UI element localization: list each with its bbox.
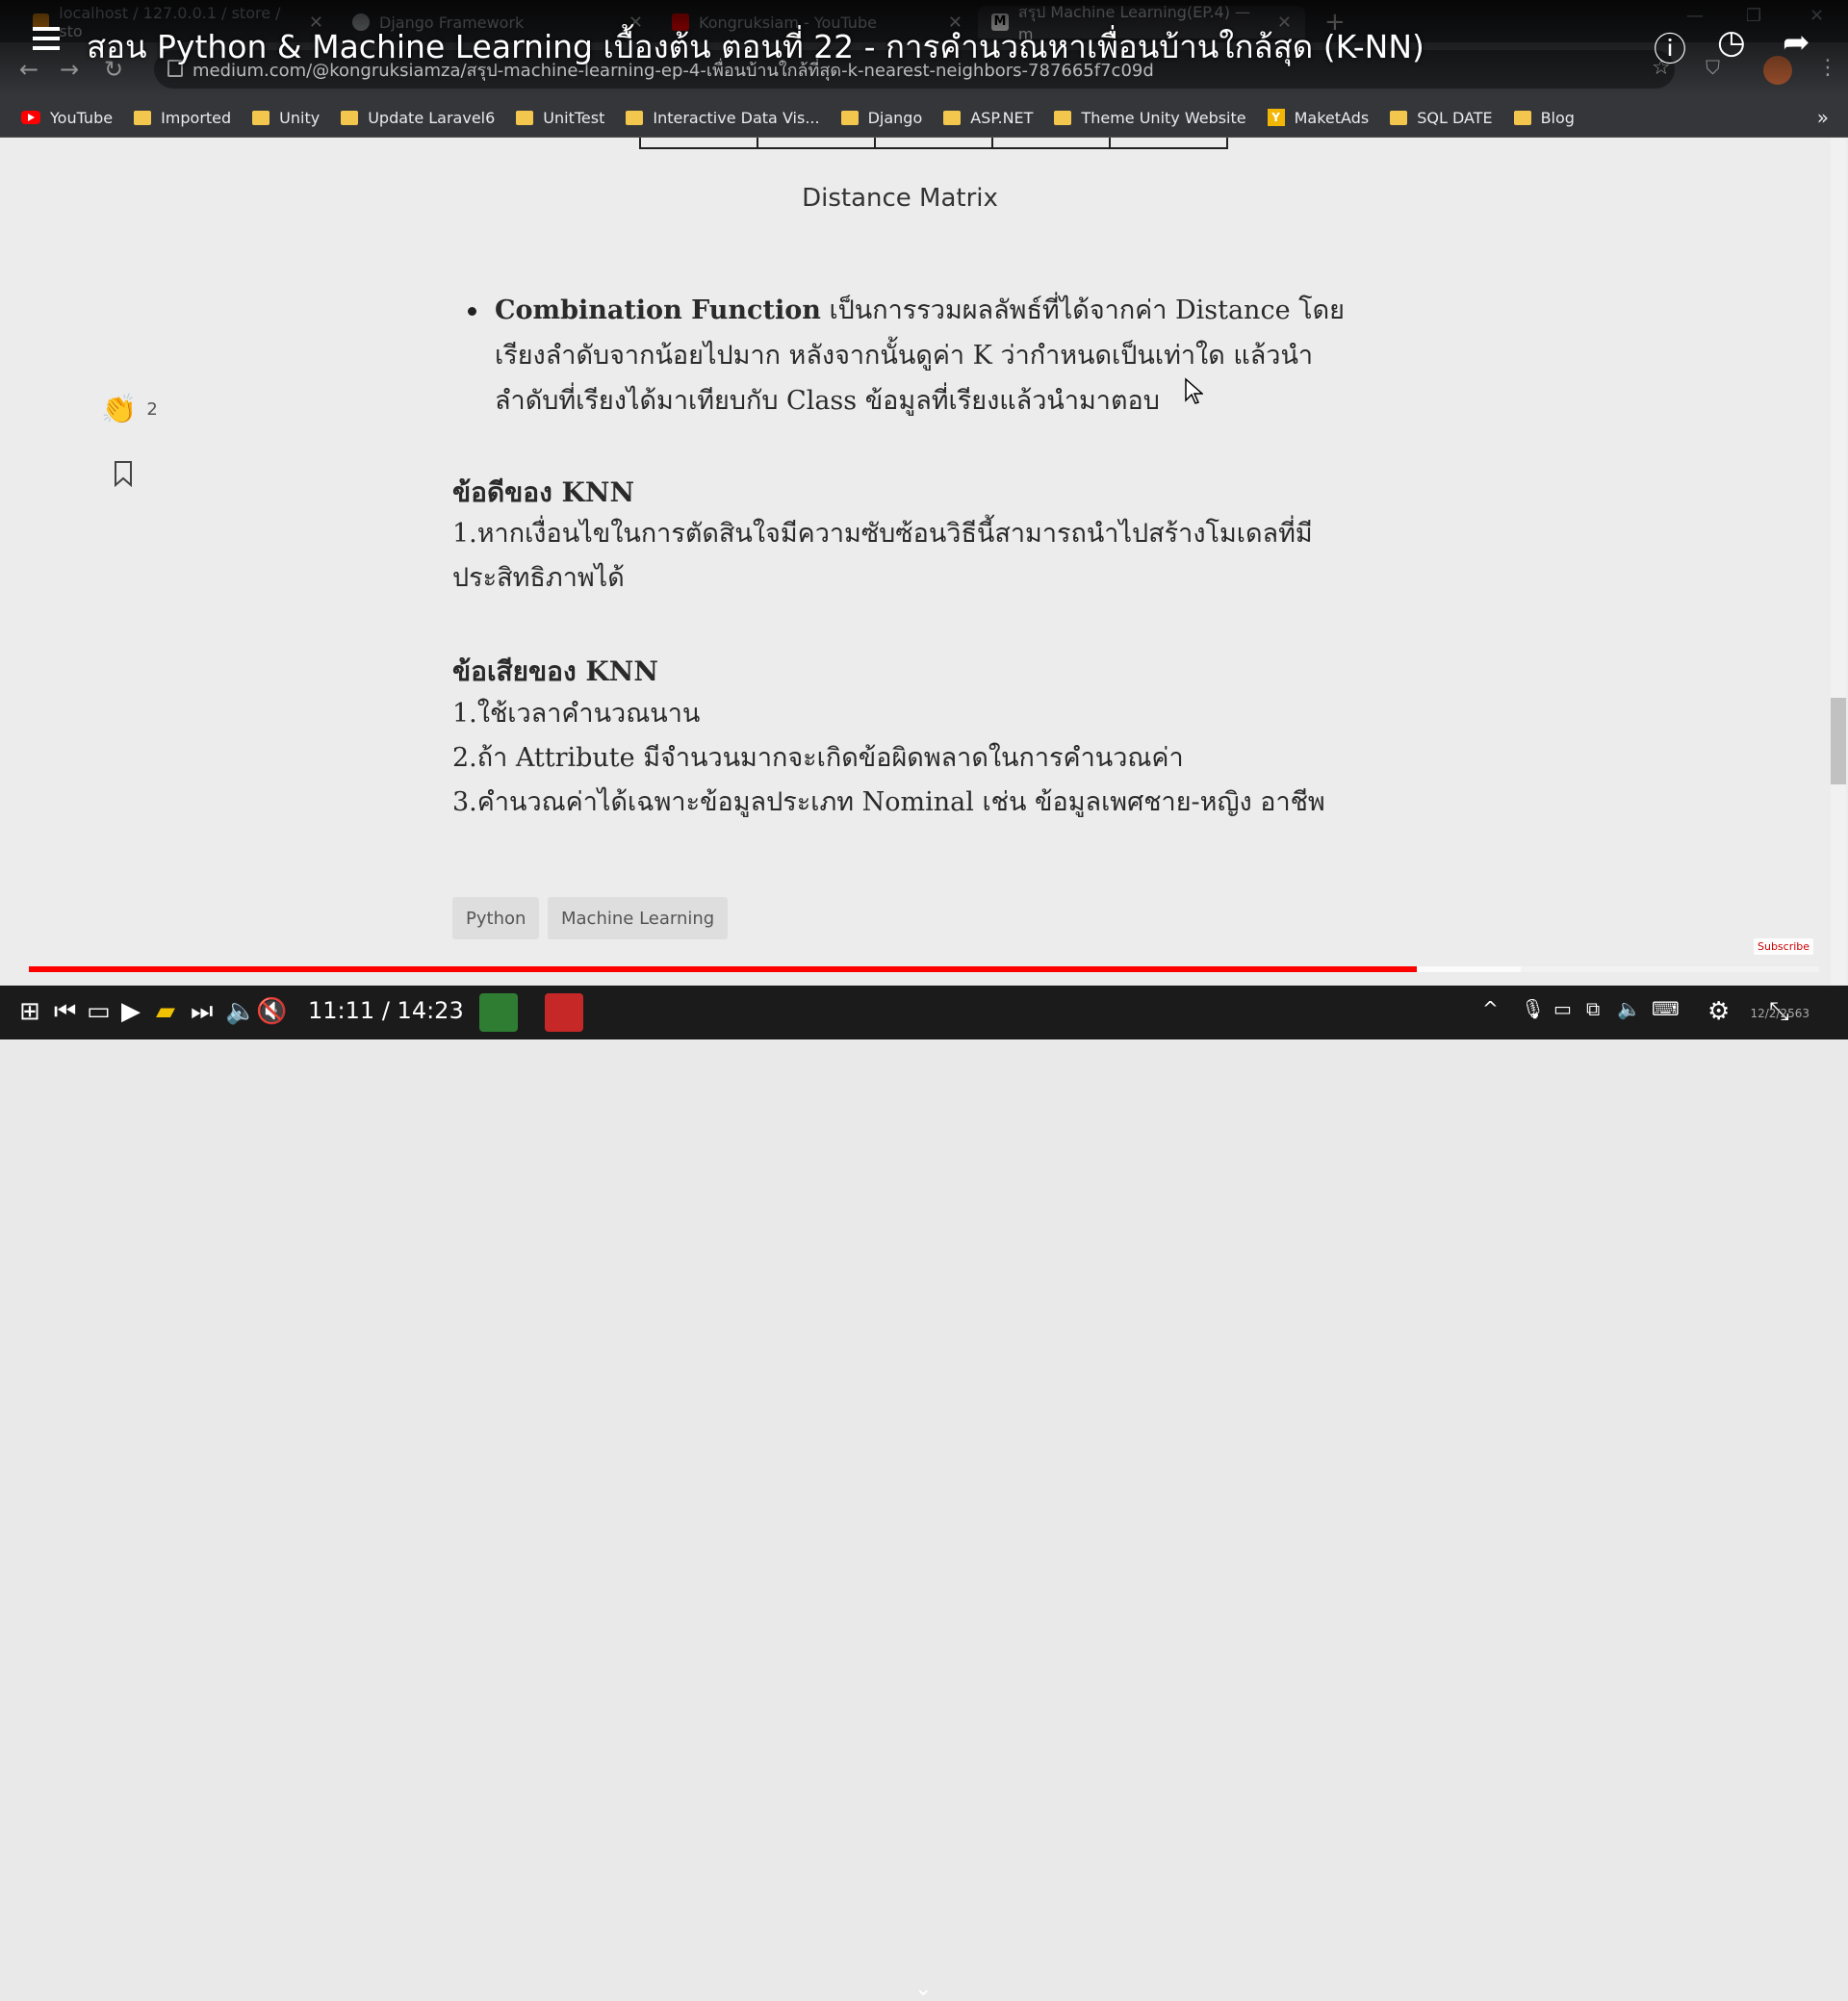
bookmark-label: YouTube bbox=[50, 108, 114, 127]
bookmark-unity[interactable]: Unity bbox=[252, 109, 320, 127]
bookmark-youtube[interactable]: YouTube bbox=[21, 109, 113, 127]
bookmark-label: Blog bbox=[1540, 108, 1575, 127]
bookmark-icon bbox=[115, 461, 132, 488]
forward-icon[interactable]: → bbox=[60, 56, 79, 83]
bookmark-label: MaketAds bbox=[1294, 108, 1370, 127]
folder-icon bbox=[1390, 110, 1408, 125]
subscribe-watermark[interactable]: Subscribe bbox=[1754, 938, 1814, 955]
bookmark-label: UnitTest bbox=[543, 108, 605, 127]
y-badge-icon: Y bbox=[1267, 109, 1285, 126]
folder-icon bbox=[134, 110, 152, 125]
speaker-muted-icon[interactable]: 🔈 bbox=[1617, 997, 1641, 1020]
combination-function-bullet: Combination Function เป็นการรวมผลลัพธ์ที… bbox=[468, 288, 1373, 423]
folder-icon bbox=[943, 110, 962, 125]
taskbar-date: 12/2/2563 bbox=[1750, 1007, 1810, 1020]
player-controls: ⊞ ⏮ ▭ ▶ ▰ ⏭ 🔈 🔇 11:11 / 14:23 ⌄ ^ 🎙 ▭ ⧉ … bbox=[0, 986, 1848, 2001]
bookmark-django[interactable]: Django bbox=[840, 108, 923, 127]
bookmark-label: Django bbox=[867, 108, 923, 127]
watch-later-icon[interactable]: ◷ bbox=[1717, 23, 1756, 62]
article-page: Distance Matrix Combination Function เป็… bbox=[0, 138, 1848, 985]
bookmark-update-laravel6[interactable]: Update Laravel6 bbox=[341, 109, 495, 127]
windows-start-icon[interactable]: ⊞ bbox=[19, 997, 40, 1026]
bookmark-label: Unity bbox=[279, 108, 321, 127]
bullet-dot bbox=[468, 307, 476, 316]
miniplayer-icon[interactable]: ▭ bbox=[87, 997, 111, 1026]
clap-icon: 👏 bbox=[101, 393, 138, 426]
network-icon[interactable]: ⧉ bbox=[1586, 997, 1600, 1020]
bookmark-blog[interactable]: Blog bbox=[1513, 108, 1575, 127]
info-icon[interactable]: ⓘ bbox=[1654, 23, 1692, 69]
microphone-icon[interactable]: 🎙 bbox=[1521, 997, 1545, 1020]
bookmark-label: SQL DATE bbox=[1417, 108, 1493, 127]
folder-icon bbox=[1513, 110, 1531, 125]
bookmark-label: ASP.NET bbox=[970, 108, 1034, 127]
battery-icon[interactable]: ▭ bbox=[1553, 997, 1572, 1020]
duration: 14:23 bbox=[397, 997, 464, 1024]
settings-gear-icon[interactable]: ⚙ bbox=[1707, 997, 1730, 1026]
camtasia-recorder-icon[interactable] bbox=[545, 993, 583, 1032]
pros-heading: ข้อดีของ KNN bbox=[452, 476, 635, 508]
playlist-menu-icon[interactable] bbox=[33, 27, 60, 56]
folder-icon bbox=[840, 110, 859, 125]
cons-item-1: 1.ใช้เวลาคำนวณนาน bbox=[452, 699, 701, 729]
folder-icon bbox=[516, 110, 534, 125]
bookmark-article-button[interactable] bbox=[113, 460, 134, 491]
folder-icon bbox=[626, 110, 644, 125]
share-icon[interactable]: ➦ bbox=[1783, 23, 1821, 62]
video-title[interactable]: สอน Python & Machine Learning เบื้องต้น … bbox=[87, 21, 1424, 72]
figure-caption: Distance Matrix bbox=[802, 184, 998, 213]
bookmark-imported[interactable]: Imported bbox=[134, 109, 231, 127]
back-icon[interactable]: ← bbox=[19, 56, 38, 83]
bookmark-sql-date[interactable]: SQL DATE bbox=[1390, 108, 1493, 127]
time-separator: / bbox=[381, 997, 390, 1024]
next-icon[interactable]: ⏭ bbox=[191, 997, 213, 1027]
bookmark-interactive-data-vis[interactable]: Interactive Data Vis... bbox=[626, 108, 820, 127]
folder-icon bbox=[252, 110, 270, 125]
sticky-notes-icon[interactable]: ▰ bbox=[156, 997, 175, 1026]
play-icon[interactable]: ▶ bbox=[121, 997, 141, 1026]
tag-machine-learning[interactable]: Machine Learning bbox=[548, 897, 729, 939]
bullet-term: Combination Function bbox=[495, 295, 821, 325]
bookmarks-bar: YouTube Imported Unity Update Laravel6 U… bbox=[0, 98, 1848, 138]
volume-icon[interactable]: 🔈 bbox=[225, 997, 256, 1026]
bookmark-theme-unity-website[interactable]: Theme Unity Website bbox=[1054, 108, 1246, 127]
cons-item-3: 3.คำนวณค่าได้เฉพาะข้อมูลประเภท Nominal เ… bbox=[452, 787, 1325, 817]
cons-heading: ข้อเสียของ KNN bbox=[452, 655, 658, 687]
bookmark-maketads[interactable]: Y MaketAds bbox=[1267, 108, 1370, 127]
bookmark-label: Imported bbox=[161, 108, 232, 127]
bookmark-aspnet[interactable]: ASP.NET bbox=[943, 109, 1033, 127]
bookmark-label: Theme Unity Website bbox=[1081, 108, 1246, 127]
bookmark-unittest[interactable]: UnitTest bbox=[516, 109, 604, 127]
pros-item-1: 1.หากเงื่อนไขในการตัดสินใจมีความซับซ้อนว… bbox=[452, 519, 1313, 593]
tag-python[interactable]: Python bbox=[452, 897, 540, 939]
bookmarks-more-button[interactable]: » bbox=[1817, 106, 1829, 129]
mouse-cursor-icon bbox=[1185, 377, 1203, 404]
clap-count: 2 bbox=[146, 399, 158, 420]
time-display: 11:11 / 14:23 bbox=[308, 997, 464, 1024]
previous-icon[interactable]: ⏮ bbox=[54, 997, 76, 1027]
bookmark-label: Interactive Data Vis... bbox=[653, 108, 820, 127]
folder-icon bbox=[341, 110, 359, 125]
chevron-up-icon[interactable]: ^ bbox=[1482, 997, 1499, 1020]
page-scrollbar[interactable] bbox=[1831, 138, 1846, 985]
distance-matrix-table-fragment bbox=[639, 138, 1228, 149]
cons-item-2: 2.ถ้า Attribute มีจำนวนมากจะเกิดข้อผิดพล… bbox=[452, 743, 1184, 773]
folder-icon bbox=[1054, 110, 1072, 125]
youtube-icon bbox=[21, 111, 40, 124]
camtasia-icon[interactable] bbox=[479, 993, 518, 1032]
mute-icon[interactable]: 🔇 bbox=[256, 997, 287, 1026]
keyboard-icon[interactable]: ⌨ bbox=[1652, 997, 1680, 1020]
clap-button[interactable]: 👏 2 bbox=[101, 393, 158, 426]
progress-played[interactable] bbox=[29, 966, 1417, 972]
bookmark-label: Update Laravel6 bbox=[368, 108, 496, 127]
scrollbar-thumb[interactable] bbox=[1831, 698, 1846, 784]
current-time: 11:11 bbox=[308, 997, 375, 1024]
chevron-down-icon[interactable]: ⌄ bbox=[914, 1977, 932, 2001]
